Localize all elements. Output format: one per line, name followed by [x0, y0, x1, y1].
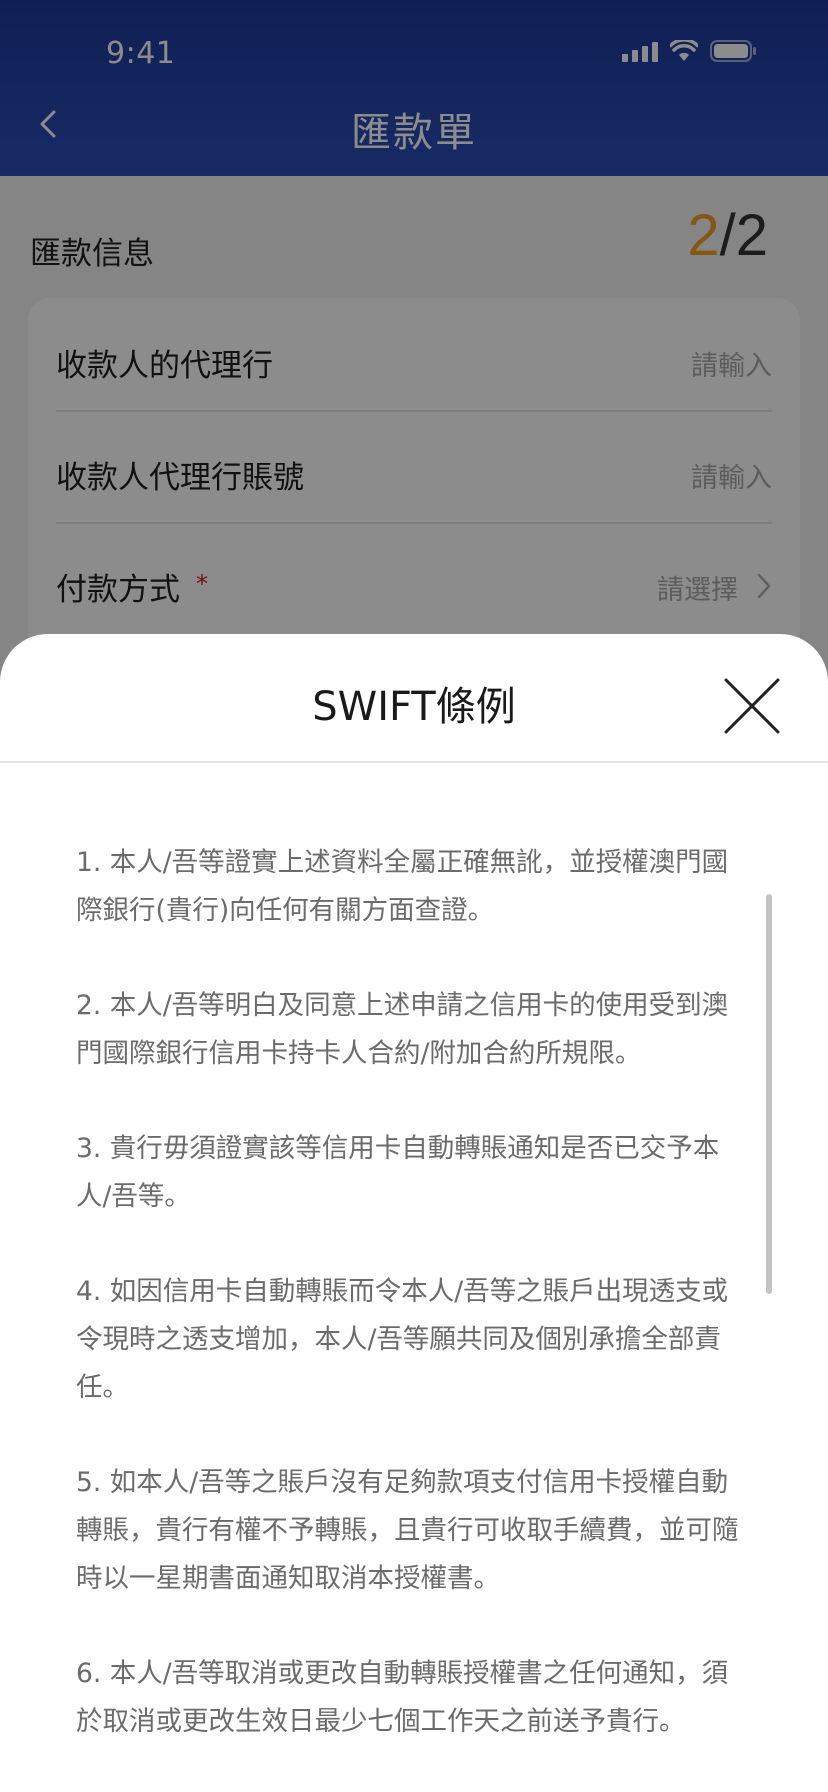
- term-item: 6. 本人/吾等取消或更改自動轉賬授權書之任何通知，須於取消或更改生效日最少七個…: [76, 1658, 729, 1737]
- close-icon: [724, 678, 780, 734]
- swift-terms-sheet: SWIFT條例 1. 本人/吾等證實上述資料全屬正確無訛，並授權澳門國際銀行(貴…: [0, 634, 828, 1792]
- sheet-title: SWIFT條例: [312, 684, 516, 730]
- terms-list: 1. 本人/吾等證實上述資料全屬正確無訛，並授權澳門國際銀行(貴行)向任何有關方…: [76, 839, 752, 1792]
- term-item: 1. 本人/吾等證實上述資料全屬正確無訛，並授權澳門國際銀行(貴行)向任何有關方…: [76, 847, 729, 926]
- term-item: 5. 如本人/吾等之賬戶沒有足夠款項支付信用卡授權自動轉賬，貴行有權不予轉賬，且…: [76, 1467, 739, 1594]
- term-item: 3. 貴行毋須證實該等信用卡自動轉賬通知是否已交予本人/吾等。: [76, 1133, 720, 1212]
- term-item: 4. 如因信用卡自動轉賬而令本人/吾等之賬戶出現透支或令現時之透支增加，本人/吾…: [76, 1276, 729, 1403]
- close-button[interactable]: [724, 678, 780, 734]
- sheet-header: SWIFT條例: [0, 634, 828, 763]
- term-item: 2. 本人/吾等明白及同意上述申請之信用卡的使用受到澳門國際銀行信用卡持卡人合約…: [76, 990, 729, 1069]
- scrollbar[interactable]: [766, 894, 772, 1294]
